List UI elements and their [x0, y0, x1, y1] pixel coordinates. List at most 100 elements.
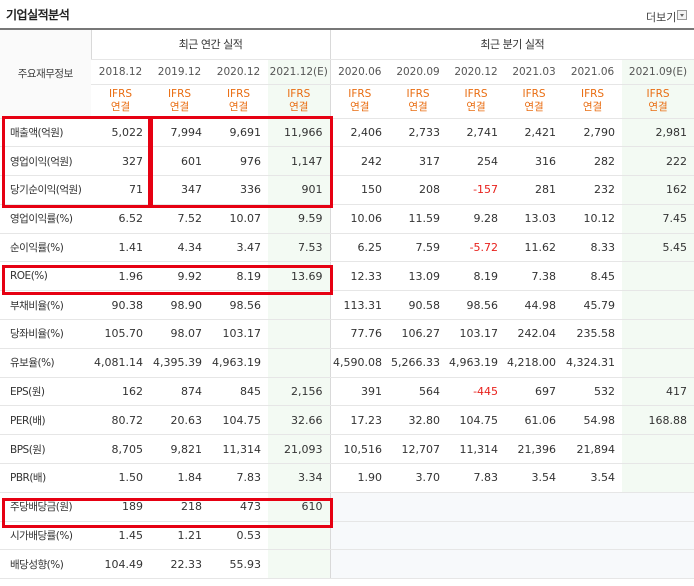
row-label: PER(배) — [0, 405, 91, 436]
row-label: 배당성향(%) — [0, 549, 91, 580]
table-cell: 2,790 — [563, 118, 623, 148]
table-row: 주당배당금(원) 189 218 473 610 — [0, 492, 694, 522]
basis-scope: 연결 — [350, 101, 370, 113]
table-cell: 8.19 — [209, 261, 268, 292]
table-cell: 336 — [209, 175, 268, 205]
table-cell: 1.96 — [91, 261, 150, 292]
table-cell: 610 — [268, 492, 331, 522]
basis-header: IFRS 연결 — [329, 84, 390, 119]
row-label: ROE(%) — [0, 261, 91, 292]
table-cell: 104.75 — [447, 405, 506, 436]
table-cell: 4,081.14 — [91, 348, 150, 378]
table-cell: 1.41 — [91, 233, 150, 263]
table-cell: 9.92 — [150, 261, 209, 292]
table-cell — [622, 319, 694, 349]
table-cell: 4,963.19 — [447, 348, 506, 378]
table-cell: 9,821 — [150, 434, 209, 465]
table-cell — [505, 492, 564, 522]
table-cell: 44.98 — [505, 290, 564, 321]
table-cell: 4,324.31 — [563, 348, 623, 378]
table-cell: 5,022 — [91, 118, 150, 148]
table-cell: 8.45 — [563, 261, 623, 292]
table-cell — [447, 521, 506, 551]
table-cell: 2,741 — [447, 118, 506, 148]
table-cell: 1.84 — [150, 463, 209, 493]
table-cell — [389, 549, 448, 580]
table-cell: 4,218.00 — [505, 348, 564, 378]
table-cell: 282 — [563, 146, 623, 177]
table-cell: 0.53 — [209, 521, 268, 551]
table-cell: 845 — [209, 377, 268, 407]
table-row: 영업이익률(%) 6.52 7.52 10.07 9.59 10.06 11.59 9.28 1… — [0, 204, 694, 234]
table-cell: 98.56 — [447, 290, 506, 321]
table-cell: 13.09 — [389, 261, 448, 292]
table-cell: 6.52 — [91, 204, 150, 234]
table-cell: 77.76 — [329, 319, 390, 349]
table-cell — [622, 549, 694, 580]
period-header: 2020.12 — [447, 59, 506, 85]
table-cell — [447, 492, 506, 522]
basis-header: IFRS 연결 — [209, 84, 268, 119]
table-row: 당기순이익(억원) 71 347 336 901 150 208 -157 281 232 162 — [0, 175, 694, 205]
row-label: 매출액(억원) — [0, 118, 91, 148]
table-cell: 2,156 — [268, 377, 331, 407]
table-cell: 7.38 — [505, 261, 564, 292]
row-label: 영업이익률(%) — [0, 204, 91, 234]
table-row: 영업이익(억원) 327 601 976 1,147 242 317 254 316 282 222 — [0, 146, 694, 177]
table-cell: 105.70 — [91, 319, 150, 349]
table-cell: 168.88 — [622, 405, 694, 436]
table-cell: 11.59 — [389, 204, 448, 234]
table-cell — [622, 463, 694, 493]
table-row: 부채비율(%) 90.38 98.90 98.56 113.31 90.58 98.56 44… — [0, 290, 694, 321]
table-cell: 2,981 — [622, 118, 694, 148]
table-cell: 21,894 — [563, 434, 623, 465]
table-cell: 874 — [150, 377, 209, 407]
basis-standard: IFRS — [580, 88, 605, 100]
table-row: PBR(배) 1.50 1.84 7.83 3.34 1.90 3.70 7.83 3.54 3.… — [0, 463, 694, 493]
table-cell: 113.31 — [329, 290, 390, 321]
table-row: ROE(%) 1.96 9.92 8.19 13.69 12.33 13.09 8.19 7.3… — [0, 261, 694, 292]
more-link[interactable]: 더보기 — [646, 9, 676, 25]
table-cell: 22.33 — [150, 549, 209, 580]
row-label: 시가배당률(%) — [0, 521, 91, 551]
basis-header: IFRS 연결 — [447, 84, 506, 119]
table-cell: 1,147 — [268, 146, 331, 177]
table-cell: 90.58 — [389, 290, 448, 321]
table-cell: 10.12 — [563, 204, 623, 234]
table-cell — [622, 290, 694, 321]
table-cell: 3.34 — [268, 463, 331, 493]
table-cell: -157 — [447, 175, 506, 205]
basis-scope: 연결 — [169, 101, 190, 113]
table-cell: 281 — [505, 175, 564, 205]
row-label: 순이익률(%) — [0, 233, 91, 263]
table-cell: 7.83 — [447, 463, 506, 493]
period-header: 2020.09 — [389, 59, 448, 85]
table-cell: 104.49 — [91, 549, 150, 580]
period-header-row: 2018.12 2019.12 2020.12 2021.12(E) 2020.06 20… — [0, 59, 694, 85]
table-row: 유보율(%) 4,081.14 4,395.39 4,963.19 4,590.08 5,… — [0, 348, 694, 378]
table-cell: 3.47 — [209, 233, 268, 263]
table-cell: 32.66 — [268, 405, 331, 436]
basis-scope: 연결 — [228, 101, 249, 113]
table-cell: 98.90 — [150, 290, 209, 321]
table-cell: 13.03 — [505, 204, 564, 234]
basis-scope: 연결 — [408, 101, 428, 113]
table-row: EPS(원) 162 874 845 2,156 391 564 -445 697 532 417 — [0, 377, 694, 407]
period-header: 2018.12 — [91, 59, 150, 85]
table-cell: 98.07 — [150, 319, 209, 349]
table-cell: 232 — [563, 175, 623, 205]
table-cell: 1.45 — [91, 521, 150, 551]
table-cell — [622, 261, 694, 292]
basis-header: IFRS 연결 — [622, 84, 694, 119]
table-cell: -5.72 — [447, 233, 506, 263]
table-cell: 901 — [268, 175, 331, 205]
basis-scope: 연결 — [524, 101, 544, 113]
table-cell: 7.45 — [622, 204, 694, 234]
table-cell — [329, 492, 390, 522]
period-header: 2021.12(E) — [268, 59, 331, 85]
table-cell — [505, 521, 564, 551]
row-label: BPS(원) — [0, 434, 91, 465]
expand-icon[interactable] — [677, 10, 687, 20]
table-cell: 7.53 — [268, 233, 331, 263]
table-cell: 45.79 — [563, 290, 623, 321]
